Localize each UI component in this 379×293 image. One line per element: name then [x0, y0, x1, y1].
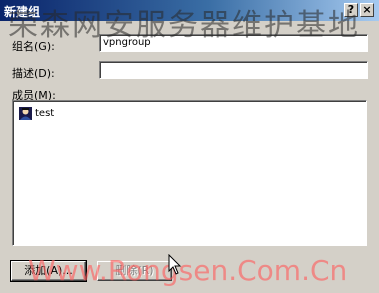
title-bar[interactable]: 新建组 ? × [0, 0, 379, 21]
group-name-label: 组名(G): [12, 40, 55, 53]
help-button[interactable]: ? [344, 3, 358, 17]
member-name: test [35, 107, 55, 119]
new-group-dialog: 新建组 ? × 组名(G): vpngroup 描述(D): 成员(M): te… [0, 0, 379, 293]
member-item[interactable]: test [18, 105, 54, 121]
members-list[interactable]: test [12, 100, 367, 246]
close-icon: × [362, 3, 372, 16]
user-icon [19, 106, 32, 120]
add-button[interactable]: 添加(A)... [10, 260, 87, 282]
remove-button[interactable]: 删除(R) [97, 261, 172, 281]
help-icon: ? [347, 3, 355, 16]
window-title: 新建组 [4, 5, 41, 19]
group-name-field[interactable]: vpngroup [99, 34, 368, 52]
description-field[interactable] [99, 61, 368, 79]
description-label: 描述(D): [12, 67, 55, 80]
close-button[interactable]: × [360, 3, 374, 17]
mouse-pointer-icon [168, 254, 182, 275]
